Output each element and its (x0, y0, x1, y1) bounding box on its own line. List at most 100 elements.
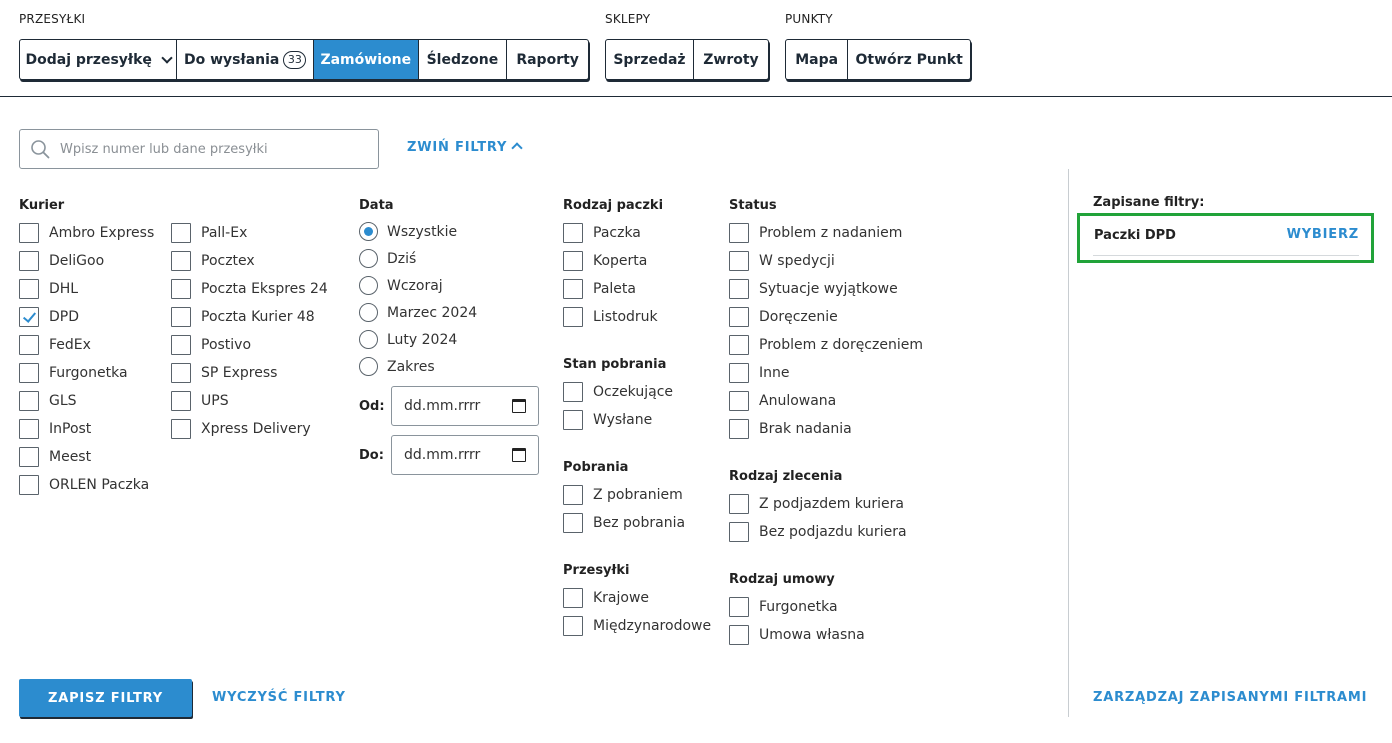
to-send-button[interactable]: Do wysłania 33 (177, 40, 314, 79)
checkbox-item[interactable]: Sytuacje wyjątkowe (729, 275, 923, 303)
checkbox-item[interactable]: Paleta (563, 275, 663, 303)
checkbox[interactable] (563, 382, 583, 402)
checkbox-item[interactable]: Pall-Ex (171, 219, 328, 247)
checkbox-item[interactable]: Meest (19, 443, 154, 471)
checkbox[interactable] (19, 251, 39, 271)
radio-item[interactable]: Zakres (359, 353, 477, 380)
checkbox[interactable] (729, 223, 749, 243)
calendar-icon[interactable] (512, 448, 526, 462)
checkbox-item[interactable]: Xpress Delivery (171, 415, 328, 443)
checkbox-item[interactable]: DeliGoo (19, 247, 154, 275)
checkbox[interactable] (171, 307, 191, 327)
checkbox-item[interactable]: Poczta Kurier 48 (171, 303, 328, 331)
checkbox[interactable] (563, 410, 583, 430)
checkbox-item[interactable]: Bez podjazdu kuriera (729, 518, 907, 546)
add-shipment-button[interactable]: Dodaj przesyłkę (20, 40, 178, 79)
checkbox[interactable] (19, 223, 39, 243)
checkbox[interactable] (563, 588, 583, 608)
checkbox-item-dpd[interactable]: DPD (19, 303, 154, 331)
checkbox[interactable] (19, 419, 39, 439)
checkbox[interactable] (171, 363, 191, 383)
checkbox[interactable] (563, 485, 583, 505)
checkbox[interactable] (171, 279, 191, 299)
checkbox[interactable] (171, 251, 191, 271)
checkbox-item[interactable]: FedEx (19, 331, 154, 359)
checkbox[interactable] (563, 251, 583, 271)
radio[interactable] (359, 357, 378, 376)
manage-saved-filters-link[interactable]: ZARZĄDZAJ ZAPISANYMI FILTRAMI (1093, 690, 1367, 705)
checkbox[interactable] (19, 363, 39, 383)
ordered-button[interactable]: Zamówione (313, 40, 419, 79)
radio-item[interactable]: Wczoraj (359, 272, 477, 299)
checkbox[interactable] (729, 391, 749, 411)
tracked-button[interactable]: Śledzone (419, 40, 508, 79)
checkbox-item[interactable]: Międzynarodowe (563, 612, 711, 640)
checkbox[interactable] (729, 625, 749, 645)
checkbox-item[interactable]: Inne (729, 359, 923, 387)
checkbox-item[interactable]: Krajowe (563, 584, 711, 612)
checkbox[interactable] (171, 391, 191, 411)
save-filters-button[interactable]: ZAPISZ FILTRY (19, 679, 192, 717)
radio-item[interactable]: Marzec 2024 (359, 299, 477, 326)
checkbox[interactable] (729, 494, 749, 514)
checkbox[interactable] (19, 279, 39, 299)
checkbox[interactable] (729, 279, 749, 299)
checkbox-item[interactable]: InPost (19, 415, 154, 443)
radio-checked[interactable] (359, 222, 378, 241)
checkbox-item[interactable]: Anulowana (729, 387, 923, 415)
checkbox-item[interactable]: Pocztex (171, 247, 328, 275)
date-from-input[interactable]: dd.mm.rrrr (391, 386, 539, 426)
calendar-icon[interactable] (512, 399, 526, 413)
checkbox[interactable] (729, 251, 749, 271)
checkbox[interactable] (171, 223, 191, 243)
radio-item[interactable]: Wszystkie (359, 218, 477, 245)
checkbox-item[interactable]: GLS (19, 387, 154, 415)
checkbox[interactable] (563, 616, 583, 636)
checkbox-item[interactable]: Listodruk (563, 303, 663, 331)
checkbox[interactable] (19, 335, 39, 355)
checkbox-item[interactable]: Ambro Express (19, 219, 154, 247)
checkbox-item[interactable]: Oczekujące (563, 378, 673, 406)
checkbox-item[interactable]: Z pobraniem (563, 481, 685, 509)
date-to-input[interactable]: dd.mm.rrrr (391, 435, 539, 475)
radio-item[interactable]: Dziś (359, 245, 477, 272)
map-button[interactable]: Mapa (786, 40, 849, 79)
returns-button[interactable]: Zwroty (694, 40, 768, 79)
checkbox-item[interactable]: ORLEN Paczka (19, 471, 154, 499)
open-point-button[interactable]: Otwórz Punkt (848, 40, 970, 79)
checkbox-item[interactable]: Paczka (563, 219, 663, 247)
checkbox[interactable] (563, 513, 583, 533)
checkbox-item[interactable]: Poczta Ekspres 24 (171, 275, 328, 303)
checkbox-item[interactable]: Wysłane (563, 406, 673, 434)
checkbox-item[interactable]: UPS (171, 387, 328, 415)
checkbox-item[interactable]: Umowa własna (729, 621, 865, 649)
radio[interactable] (359, 330, 378, 349)
checkbox[interactable] (729, 363, 749, 383)
checkbox-item[interactable]: W spedycji (729, 247, 923, 275)
checkbox-item[interactable]: SP Express (171, 359, 328, 387)
radio[interactable] (359, 303, 378, 322)
radio-item[interactable]: Luty 2024 (359, 326, 477, 353)
collapse-filters-link[interactable]: ZWIŃ FILTRY (407, 140, 523, 155)
checkbox[interactable] (729, 522, 749, 542)
checkbox[interactable] (171, 419, 191, 439)
search-input[interactable] (60, 130, 370, 168)
checkbox-item[interactable]: Z podjazdem kuriera (729, 490, 907, 518)
checkbox-item[interactable]: Bez pobrania (563, 509, 685, 537)
checkbox[interactable] (729, 597, 749, 617)
checkbox-item[interactable]: DHL (19, 275, 154, 303)
checkbox-item[interactable]: Furgonetka (19, 359, 154, 387)
checkbox[interactable] (729, 419, 749, 439)
checkbox-item[interactable]: Doręczenie (729, 303, 923, 331)
checkbox[interactable] (729, 335, 749, 355)
checkbox-item[interactable]: Problem z nadaniem (729, 219, 923, 247)
checkbox-item[interactable]: Furgonetka (729, 593, 865, 621)
sales-button[interactable]: Sprzedaż (606, 40, 694, 79)
checkbox[interactable] (19, 391, 39, 411)
clear-filters-link[interactable]: WYCZYŚĆ FILTRY (212, 690, 346, 705)
checkbox-item[interactable]: Problem z doręczeniem (729, 331, 923, 359)
reports-button[interactable]: Raporty (507, 40, 588, 79)
checkbox-item[interactable]: Brak nadania (729, 415, 923, 443)
checkbox-item[interactable]: Koperta (563, 247, 663, 275)
radio[interactable] (359, 249, 378, 268)
